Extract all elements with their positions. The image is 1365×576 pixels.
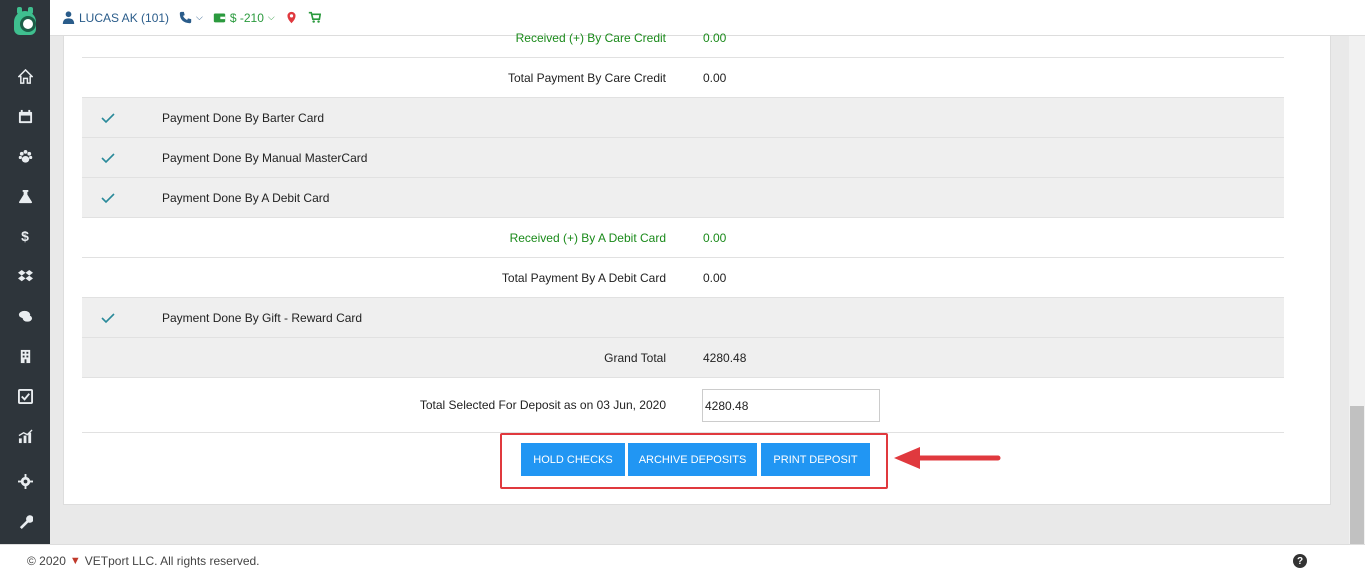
check-icon [100, 150, 116, 166]
check-icon [100, 310, 116, 326]
hold-checks-button[interactable]: HOLD CHECKS [521, 443, 625, 476]
calendar-icon[interactable] [0, 96, 50, 136]
table-row[interactable]: Payment Done By A Debit Card [82, 178, 1284, 218]
monster-logo-icon [14, 7, 36, 35]
scrollbar-thumb[interactable] [1350, 406, 1364, 544]
check-icon [100, 110, 116, 126]
paw-icon[interactable] [0, 136, 50, 176]
chart-icon[interactable] [0, 416, 50, 456]
total-value: 0.00 [703, 270, 727, 285]
received-label: Received (+) By A Debit Card [509, 230, 666, 245]
annotation-arrow-icon [894, 447, 1001, 469]
received-value: 0.00 [703, 30, 727, 45]
received-value: 0.00 [703, 230, 727, 245]
sidebar: $ [0, 0, 50, 544]
deposit-label: Total Selected For Deposit as on 03 Jun,… [419, 398, 666, 412]
help-icon[interactable]: ? [1293, 554, 1307, 568]
table-row: Received (+) By A Debit Card 0.00 [82, 218, 1284, 258]
home-icon[interactable] [0, 56, 50, 96]
gear-icon[interactable] [0, 461, 50, 501]
payment-method-label: Payment Done By A Debit Card [162, 190, 330, 205]
table-row: Total Payment By Care Credit 0.00 [82, 58, 1284, 98]
check-icon [100, 190, 116, 206]
company-text: VETport LLC. All rights reserved. [84, 553, 260, 568]
deposit-row: Total Selected For Deposit as on 03 Jun,… [82, 378, 1284, 433]
checkbox-icon[interactable] [0, 376, 50, 416]
chat-icon[interactable] [0, 296, 50, 336]
table-row[interactable]: Payment Done By Barter Card [82, 98, 1284, 138]
flask-icon[interactable] [0, 176, 50, 216]
archive-deposits-button[interactable]: ARCHIVE DEPOSITS [628, 443, 757, 476]
building-icon[interactable] [0, 336, 50, 376]
grand-total-label: Grand Total [604, 350, 666, 365]
table-row: Total Payment By A Debit Card 0.00 [82, 258, 1284, 298]
wrench-icon[interactable] [0, 501, 50, 541]
deposit-amount-input[interactable] [702, 389, 880, 422]
grand-total-value: 4280.48 [703, 350, 747, 365]
table-row: Grand Total 4280.48 [82, 338, 1284, 378]
footer: © 2020 ▼ VETport LLC. All rights reserve… [0, 544, 1365, 576]
payment-method-label: Payment Done By Manual MasterCard [162, 150, 368, 165]
dollar-icon[interactable]: $ [0, 216, 50, 256]
payment-method-label: Payment Done By Barter Card [162, 110, 325, 125]
copyright-text: © 2020 [27, 553, 66, 568]
table-row[interactable]: Payment Done By Manual MasterCard [82, 138, 1284, 178]
table-row: Received (+) By Care Credit 0.00 [82, 18, 1284, 58]
table-row[interactable]: Payment Done By Gift - Reward Card [82, 298, 1284, 338]
payment-method-label: Payment Done By Gift - Reward Card [162, 310, 363, 325]
total-label: Total Payment By Care Credit [507, 70, 666, 85]
received-label: Received (+) By Care Credit [515, 30, 666, 45]
print-deposit-button[interactable]: PRINT DEPOSIT [761, 443, 870, 476]
total-value: 0.00 [703, 70, 727, 85]
vetport-logo-icon: ▼ [69, 554, 81, 567]
user-tie-icon [62, 11, 75, 24]
dropbox-icon[interactable] [0, 256, 50, 296]
app-logo[interactable] [0, 0, 50, 46]
total-label: Total Payment By A Debit Card [501, 270, 666, 285]
